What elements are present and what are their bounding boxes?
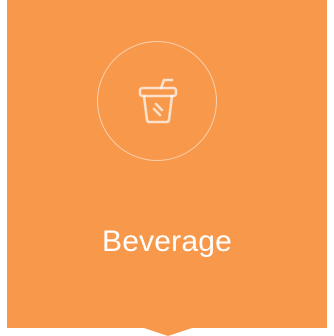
category-label: Beverage xyxy=(101,225,233,258)
icon-circle xyxy=(97,41,217,161)
selection-pointer xyxy=(144,328,192,336)
beverage-cup-icon xyxy=(138,78,178,124)
beverage-category-tile[interactable]: Beverage xyxy=(7,0,327,328)
